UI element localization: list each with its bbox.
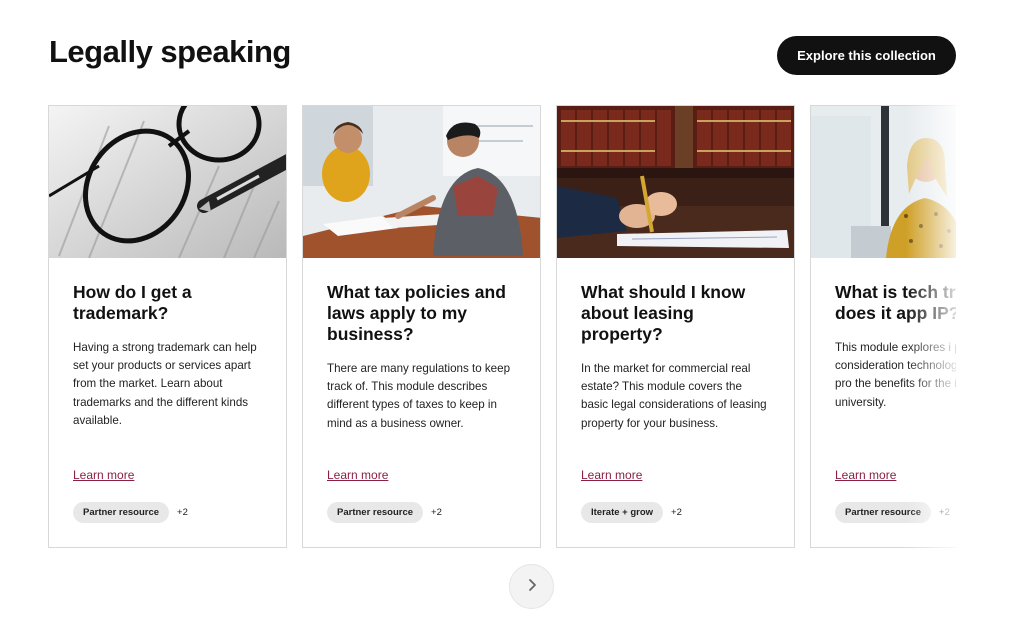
tag-badge[interactable]: Partner resource: [327, 502, 424, 523]
tag-badge[interactable]: Partner resource: [73, 502, 170, 523]
card-tech-transfer[interactable]: What is tech tra and does it app IP? Thi…: [810, 105, 956, 548]
tag-row: Partner resource +2: [835, 502, 950, 523]
glasses-pen-document-image: [49, 106, 286, 258]
explore-collection-button[interactable]: Explore this collection: [777, 36, 956, 75]
tag-badge[interactable]: Partner resource: [835, 502, 932, 523]
card-title: How do I get a trademark?: [73, 282, 192, 323]
learn-more-link[interactable]: Learn more: [327, 468, 388, 482]
tag-row: Partner resource +2: [327, 502, 442, 523]
tag-count: +2: [431, 507, 442, 518]
woman-in-office-image: [811, 106, 956, 258]
card-description: There are many regulations to keep track…: [327, 362, 511, 430]
card-carousel: How do I get a trademark? Having a stron…: [48, 105, 956, 549]
card-trademark[interactable]: How do I get a trademark? Having a stron…: [48, 105, 287, 548]
card-tax-policies[interactable]: What tax policies and laws apply to my b…: [302, 105, 541, 548]
tag-count: +2: [939, 507, 950, 518]
tag-row: Partner resource +2: [73, 502, 188, 523]
carousel-next-button[interactable]: [509, 564, 554, 609]
learn-more-link[interactable]: Learn more: [73, 468, 134, 482]
tag-badge[interactable]: Iterate + grow: [581, 502, 664, 523]
tag-count: +2: [671, 507, 682, 518]
section-title: Legally speaking: [49, 34, 291, 69]
card-title: What should I know about leasing propert…: [581, 282, 746, 344]
signing-document-law-books-image: [557, 106, 794, 258]
card-title: What is tech tra and does it app IP?: [835, 282, 956, 323]
learn-more-link[interactable]: Learn more: [835, 468, 896, 482]
card-title: What tax policies and laws apply to my b…: [327, 282, 506, 344]
two-people-meeting-image: [303, 106, 540, 258]
card-leasing-property[interactable]: What should I know about leasing propert…: [556, 105, 795, 548]
tag-count: +2: [177, 507, 188, 518]
tag-row: Iterate + grow +2: [581, 502, 682, 523]
card-description: Having a strong trademark can help set y…: [73, 341, 257, 427]
card-description: This module explores i property consider…: [835, 341, 956, 409]
chevron-right-icon: [525, 578, 539, 595]
learn-more-link[interactable]: Learn more: [581, 468, 642, 482]
card-description: In the market for commercial real estate…: [581, 362, 767, 430]
